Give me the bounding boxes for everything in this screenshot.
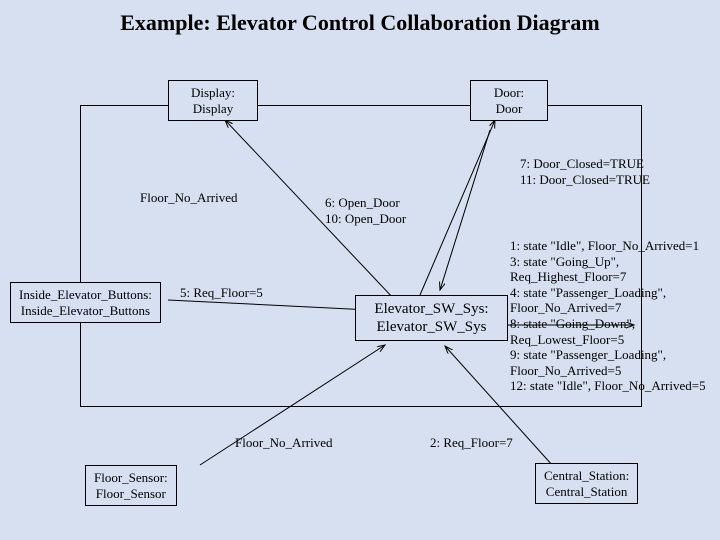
label-floor-no-arrived-top: Floor_No_Arrived — [140, 190, 238, 206]
label-floor-no-arrived-bottom: Floor_No_Arrived — [235, 435, 333, 451]
label-req-floor-7: 2: Req_Floor=7 — [430, 435, 513, 451]
label-door-closed: 7: Door_Closed=TRUE11: Door_Closed=TRUE — [520, 156, 650, 187]
display-box: Display:Display — [168, 80, 258, 121]
central-box: Central_Station:Central_Station — [535, 463, 638, 504]
label-req-floor-5: 5: Req_Floor=5 — [180, 285, 263, 301]
label-open-door: 6: Open_Door10: Open_Door — [325, 195, 406, 226]
diagram-title: Example: Elevator Control Collaboration … — [0, 10, 720, 36]
label-states: 1: state "Idle", Floor_No_Arrived=13: st… — [510, 238, 706, 394]
swsys-box: Elevator_SW_Sys:Elevator_SW_Sys — [355, 295, 508, 341]
door-box: Door:Door — [470, 80, 548, 121]
buttons-box: Inside_Elevator_Buttons:Inside_Elevator_… — [10, 282, 161, 323]
sensor-box: Floor_Sensor:Floor_Sensor — [85, 465, 177, 506]
